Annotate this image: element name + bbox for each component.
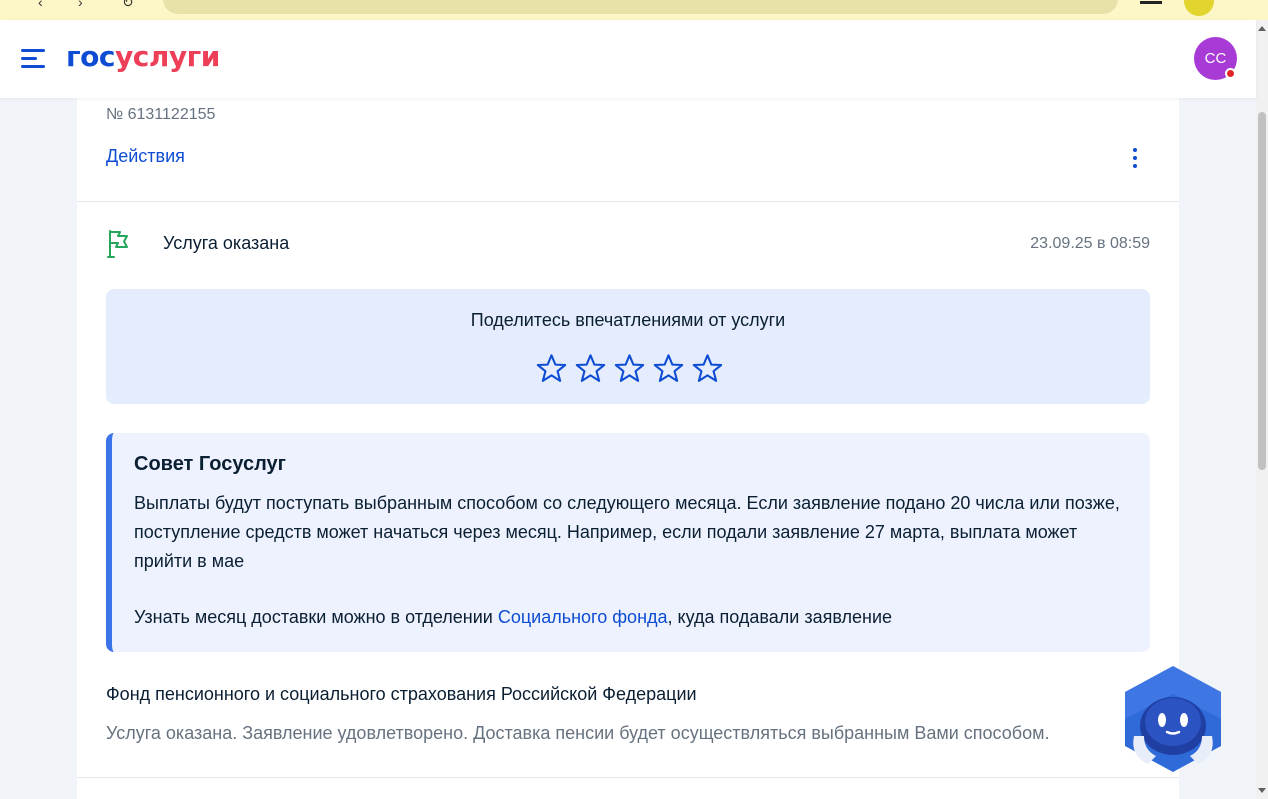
logo-part-gos: гос [66,40,115,73]
application-number: № 6131122155 [106,106,216,123]
star-2-icon[interactable] [575,353,606,384]
star-3-icon[interactable] [614,353,645,384]
flag-icon [107,230,128,258]
menu-icon[interactable] [1140,1,1162,4]
scrollbar-thumb[interactable] [1258,112,1266,470]
star-5-icon[interactable] [692,353,723,384]
forward-icon[interactable]: › [78,0,83,10]
tip-text2-before: Узнать месяц доставки можно в отделении [134,607,498,627]
address-bar[interactable] [163,0,1118,14]
star-1-icon[interactable] [536,353,567,384]
divider [77,201,1179,202]
social-fund-link[interactable]: Социального фонда [498,607,668,627]
site-header: госуслуги СС [0,20,1256,98]
divider [77,777,1179,778]
reload-icon[interactable]: ↻ [122,0,134,11]
notification-dot [1225,68,1236,79]
scroll-up-arrow-icon[interactable] [1258,26,1266,31]
more-options-icon[interactable] [1129,146,1141,170]
avatar-initials: СС [1204,50,1227,67]
browser-toolbar: ‹ › ↻ [0,0,1268,20]
tip-text2-after: , куда подавали заявление [667,607,893,627]
gosuslugi-tip-panel: Совет Госуслуг Выплаты будут поступать в… [106,433,1150,652]
star-4-icon[interactable] [653,353,684,384]
scroll-down-arrow-icon[interactable] [1258,788,1266,793]
rating-stars [536,353,723,384]
application-card: № 6131122155 Действия Услуга оказана 23.… [77,98,1179,799]
status-date: 23.09.25 в 08:59 [1030,235,1150,252]
status-title: Услуга оказана [163,233,290,253]
browser-profile-avatar[interactable] [1184,0,1214,16]
back-icon[interactable]: ‹ [38,0,43,10]
robot-assistant-icon[interactable] [1122,664,1224,774]
tip-text: Выплаты будут поступать выбранным способ… [134,493,1120,571]
page-scrollbar[interactable] [1256,20,1268,799]
rating-prompt: Поделитесь впечатлениями от услуги [470,310,786,330]
logo-part-uslugi: услуги [114,40,220,73]
tip-title: Совет Госуслуг [134,453,286,475]
actions-link[interactable]: Действия [106,146,185,167]
rating-panel: Поделитесь впечатлениями от услуги [106,289,1150,404]
organization-message: Услуга оказана. Заявление удовлетворено.… [106,723,1050,743]
tip-text-delivery: Узнать месяц доставки можно в отделении … [134,603,1134,632]
hamburger-menu-icon[interactable] [21,49,45,69]
organization-name: Фонд пенсионного и социального страхован… [106,684,697,704]
user-avatar[interactable]: СС [1194,37,1237,80]
gosuslugi-logo[interactable]: госуслуги [66,40,220,73]
